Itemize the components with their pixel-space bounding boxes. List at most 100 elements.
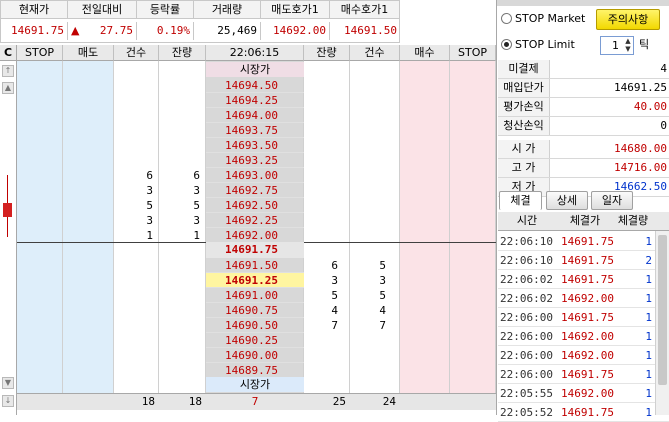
stats-value: 14691.25: [614, 81, 667, 94]
ask-qty-cell: 5: [193, 199, 200, 212]
trade-price: 14692.00: [561, 349, 614, 362]
trade-row[interactable]: 22:05:55 14692.00 1: [498, 384, 669, 403]
trade-row[interactable]: 22:06:00 14692.00 1: [498, 327, 669, 346]
trade-time: 22:06:00: [500, 311, 553, 324]
prices-label: 시 가: [498, 140, 550, 158]
ask-price-cell[interactable]: 14694.50: [206, 78, 304, 93]
trade-price: 14691.75: [561, 273, 614, 286]
radio-stop-limit[interactable]: [501, 39, 512, 50]
bid-qty-cell: 3: [331, 274, 338, 287]
scroll-down-icon[interactable]: ▼: [2, 377, 14, 389]
trade-qty: 1: [645, 330, 652, 343]
ask-price-cell[interactable]: 14692.50: [206, 198, 304, 213]
trade-time: 22:05:55: [500, 387, 553, 400]
trade-row[interactable]: 22:06:00 14692.00 1: [498, 346, 669, 365]
trade-time: 22:06:02: [500, 292, 553, 305]
tab-trades[interactable]: 체결: [499, 191, 542, 210]
bid-price-cell[interactable]: 14690.75: [206, 303, 304, 318]
ask-qty-cell: [159, 153, 206, 168]
spinner-arrows-icon[interactable]: ▲ ▼: [623, 37, 633, 54]
trade-price: 14692.00: [561, 387, 614, 400]
caution-button[interactable]: 주의사항: [596, 9, 660, 30]
trade-price: 14691.75: [561, 235, 614, 248]
bid-qty-cell: 7: [331, 319, 338, 332]
total-ask-qty: 18: [188, 395, 202, 408]
ask-count-cell: [114, 123, 159, 138]
ask-qty-cell: [159, 108, 206, 123]
prices-row: 시 가 14680.00: [498, 140, 669, 159]
ask-price-cell[interactable]: 14694.25: [206, 93, 304, 108]
ask-price-cell[interactable]: 14694.00: [206, 108, 304, 123]
trade-price: 14691.75: [561, 311, 614, 324]
trade-row[interactable]: 22:05:52 14691.75 1: [498, 403, 669, 422]
ask-count-cell: [114, 108, 159, 123]
radio-stop-market-label[interactable]: STOP Market: [515, 11, 585, 27]
ask-price-cell[interactable]: 14693.75: [206, 123, 304, 138]
ask-price-cell[interactable]: 14692.00: [206, 228, 304, 243]
ask-count-cell: [114, 153, 159, 168]
trade-qty: 1: [645, 273, 652, 286]
trade-time: 22:05:52: [500, 406, 553, 419]
stats-label: 미결제: [498, 60, 550, 78]
tab-detail[interactable]: 상세: [546, 191, 588, 210]
trades-header-price: 체결가: [569, 214, 601, 227]
scroll-down-arrow-icon[interactable]: ↓: [2, 395, 14, 407]
trade-row[interactable]: 22:06:00 14691.75 1: [498, 308, 669, 327]
market-price-bottom[interactable]: 시장가: [206, 377, 304, 392]
totals-row: 18 18 7 25 24: [17, 393, 496, 410]
bid-count-cell: 5: [379, 289, 386, 302]
bid-price-cell[interactable]: 14691.50: [206, 258, 304, 273]
trade-row[interactable]: 22:06:02 14691.75 1: [498, 270, 669, 289]
trade-time: 22:06:00: [500, 368, 553, 381]
trade-price: 14692.00: [561, 292, 614, 305]
ask-price-cell[interactable]: 14693.50: [206, 138, 304, 153]
trade-qty: 1: [645, 349, 652, 362]
bid-price-cell[interactable]: 14690.50: [206, 318, 304, 333]
bid-count-cell: 4: [379, 304, 386, 317]
prices-label: 고 가: [498, 159, 550, 177]
stats-value: 40.00: [633, 100, 667, 113]
trade-time: 22:06:00: [500, 349, 553, 362]
ask-qty-cell: [159, 138, 206, 153]
stats-label: 평가손익: [498, 98, 550, 116]
ask-price-cell[interactable]: 14693.00: [206, 168, 304, 183]
bid-count-cell: 3: [379, 274, 386, 287]
trade-row[interactable]: 22:06:10 14691.75 2: [498, 251, 669, 270]
trade-price: 14691.75: [561, 368, 614, 381]
trade-row[interactable]: 22:06:00 14691.75 1: [498, 365, 669, 384]
bid-count-cell: 5: [379, 259, 386, 272]
trade-price: 14691.75: [561, 406, 614, 419]
trades-header: 시간 체결가 체결량: [498, 212, 669, 231]
bid-qty-cell: [304, 348, 350, 363]
prices-value: 14716.00: [614, 161, 667, 174]
bid-price-cell[interactable]: 14690.00: [206, 348, 304, 363]
trade-row[interactable]: 22:06:02 14692.00 1: [498, 289, 669, 308]
prices-row: 고 가 14716.00: [498, 159, 669, 178]
radio-dot: [504, 42, 509, 47]
scroll-up-icon[interactable]: ▲: [2, 82, 14, 94]
trade-row[interactable]: 22:06:10 14691.75 1: [498, 232, 669, 251]
radio-stop-limit-label[interactable]: STOP Limit: [515, 37, 575, 53]
trade-qty: 1: [645, 292, 652, 305]
tab-daily[interactable]: 일자: [591, 191, 633, 210]
ask-price-cell[interactable]: 14692.75: [206, 183, 304, 198]
trades-scrollbar[interactable]: [655, 231, 669, 415]
chart-toggle-c[interactable]: C: [0, 45, 16, 61]
stats-row: 매입단가 14691.25: [498, 79, 669, 98]
scroll-up-arrow-icon[interactable]: ↑: [2, 65, 14, 77]
trade-time: 22:06:02: [500, 273, 553, 286]
trade-qty: 2: [645, 254, 652, 267]
bid-qty-cell: 6: [331, 259, 338, 272]
ask-price-cell[interactable]: 14693.25: [206, 153, 304, 168]
ask-price-cell[interactable]: 14692.25: [206, 213, 304, 228]
bid-price-cell[interactable]: 14691.25: [206, 273, 304, 288]
bid-price-cell[interactable]: 14690.25: [206, 333, 304, 348]
ask-count-cell: 1: [146, 229, 153, 242]
prices-value: 14680.00: [614, 142, 667, 155]
bid-qty-cell: [304, 333, 350, 348]
radio-stop-market[interactable]: [501, 13, 512, 24]
scrollbar-thumb[interactable]: [658, 235, 667, 385]
bid-price-cell[interactable]: 14689.75: [206, 363, 304, 378]
bid-count-cell: [350, 348, 400, 363]
bid-price-cell[interactable]: 14691.00: [206, 288, 304, 303]
